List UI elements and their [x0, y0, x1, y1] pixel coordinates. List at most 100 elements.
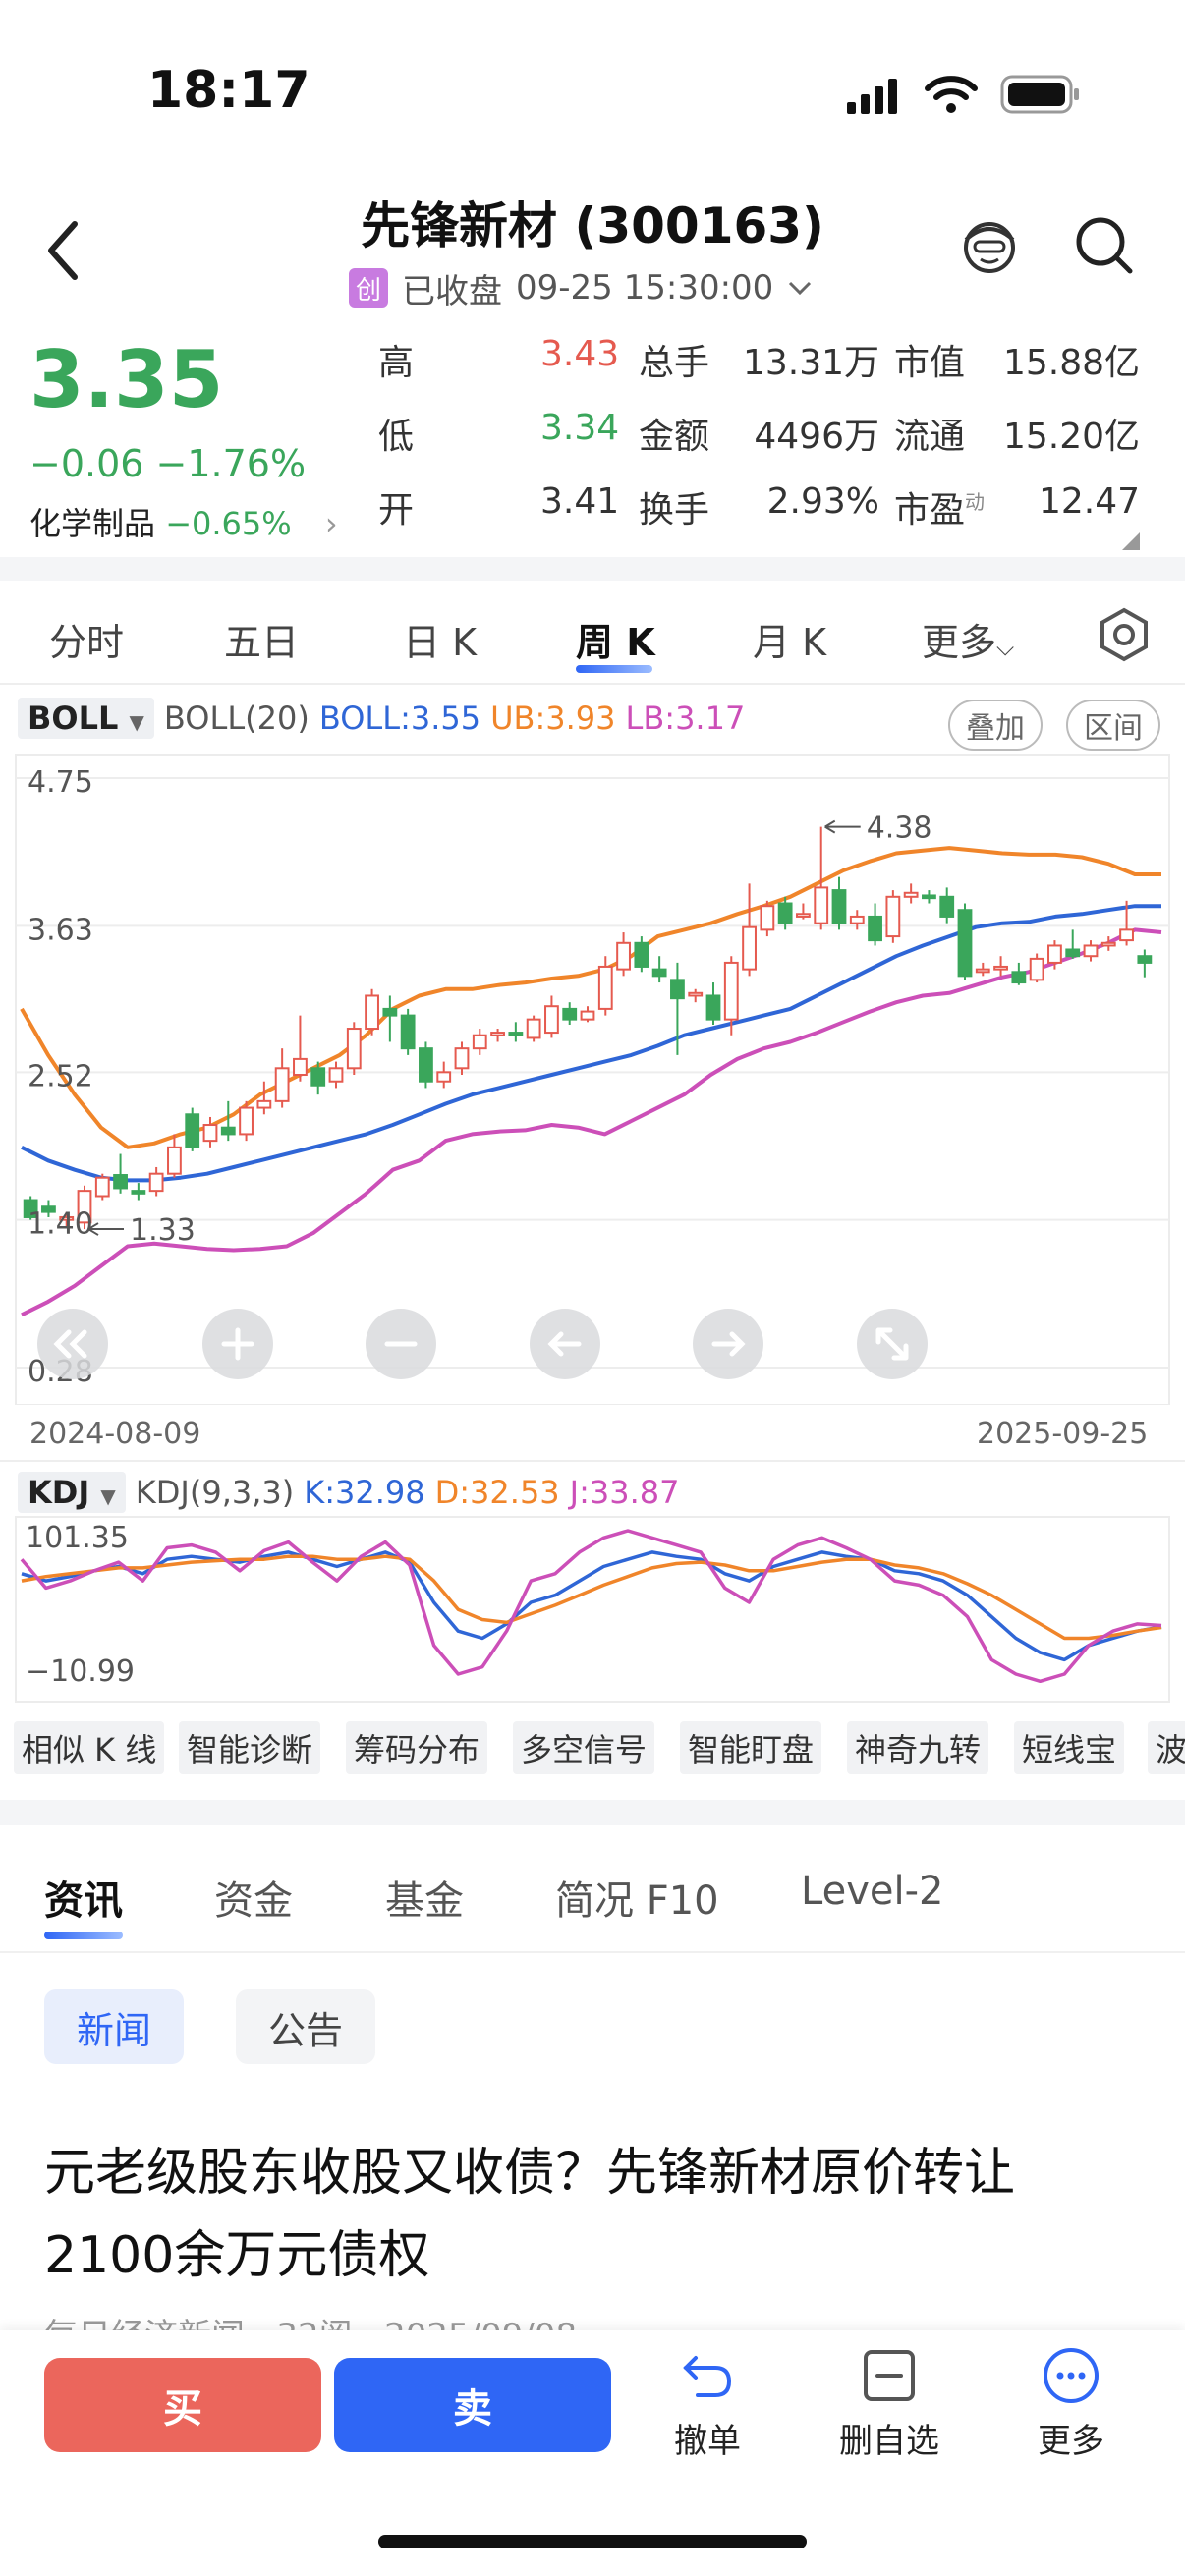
stat-label-high: 高	[378, 343, 415, 383]
chip-news[interactable]: 新闻	[44, 1989, 184, 2064]
stat-label-low: 低	[378, 417, 415, 457]
kdj-selector-label: KDJ	[28, 1474, 90, 1511]
candle-body	[544, 1005, 559, 1035]
tool-chip-distribution[interactable]: 筹码分布	[346, 1721, 488, 1774]
more-icon	[1044, 2348, 1099, 2403]
candle-body	[185, 1113, 200, 1148]
search-icon[interactable]	[1071, 212, 1140, 281]
cancel-order-button[interactable]: 撤单	[634, 2346, 781, 2462]
arrow-right-icon[interactable]	[691, 1307, 765, 1381]
tab-more[interactable]: 更多⌵	[922, 612, 1014, 666]
range-button[interactable]: 区间	[1066, 700, 1160, 751]
chevron-down-icon: ⌵	[996, 634, 1015, 661]
sector-link[interactable]: 化学制品 −0.65% ›	[29, 499, 338, 544]
kdj-d-value: D:32.53	[434, 1474, 560, 1511]
zoom-in-icon[interactable]	[200, 1307, 275, 1381]
market-status-row[interactable]: 创 已收盘 09-25 15:30:00	[349, 263, 813, 312]
tool-long-short-signal[interactable]: 多空信号	[513, 1721, 655, 1774]
tool-wave[interactable]: 波	[1148, 1721, 1185, 1774]
article-headline[interactable]: 元老级股东收股又收债？先锋新材原价转让2100余万元债权	[44, 2132, 1145, 2297]
active-tab-indicator	[576, 665, 652, 673]
y-tick-label: 4.75	[28, 765, 93, 800]
candle-body	[796, 913, 811, 918]
tab-level2[interactable]: Level-2	[801, 1869, 943, 1914]
stat-label-pe: 市盈动	[894, 481, 985, 532]
candle-body	[1100, 941, 1116, 947]
boll-lb-value: LB:3.17	[625, 700, 746, 737]
chevron-right-icon: ›	[324, 505, 338, 542]
active-tab-indicator	[44, 1932, 123, 1939]
tab-profile-f10[interactable]: 简况 F10	[555, 1869, 719, 1926]
sell-button[interactable]: 卖	[334, 2358, 611, 2452]
tool-similar-k[interactable]: 相似 K 线	[14, 1721, 165, 1774]
tool-smart-watch[interactable]: 智能盯盘	[680, 1721, 822, 1774]
tool-magic-nine[interactable]: 神奇九转	[847, 1721, 989, 1774]
candle-body	[939, 895, 955, 918]
candle-body	[742, 925, 757, 971]
stat-value-turnover: 2.93%	[766, 481, 879, 522]
buy-button[interactable]: 买	[44, 2358, 321, 2452]
boll-ub-value: UB:3.93	[490, 700, 616, 737]
kdj-chart[interactable]	[0, 1515, 1185, 1704]
series-line-ub	[20, 846, 1161, 1149]
candle-body	[1083, 944, 1099, 958]
y-tick-label: 3.63	[28, 913, 93, 947]
price-change: −0.06 −1.76%	[29, 442, 307, 485]
overlay-button[interactable]: 叠加	[948, 700, 1043, 751]
stat-value-pe: 12.47	[1038, 481, 1140, 522]
candle-body	[922, 894, 936, 900]
tab-intraday[interactable]: 分时	[49, 612, 124, 666]
tab-news-info[interactable]: 资讯	[44, 1869, 123, 1926]
tool-smart-diagnosis[interactable]: 智能诊断	[179, 1721, 321, 1774]
divider	[0, 1800, 1185, 1825]
tool-strip: 相似 K 线 智能诊断 筹码分布 多空信号 智能盯盘 神奇九转 短线宝 波	[0, 1721, 1185, 1780]
tab-funds-flow[interactable]: 资金	[214, 1869, 293, 1926]
last-price: 3.35	[29, 334, 224, 425]
settings-icon[interactable]	[1096, 606, 1153, 663]
candle-body	[975, 968, 990, 974]
remove-watchlist-button[interactable]: 删自选	[816, 2346, 963, 2462]
candle-body	[1119, 928, 1134, 942]
more-label: 更多	[1038, 2422, 1104, 2461]
candle-body	[670, 979, 685, 1000]
arrow-left-icon[interactable]	[528, 1307, 602, 1381]
caret-down-icon: ▼	[100, 1484, 116, 1508]
kdj-selector[interactable]: KDJ ▼	[18, 1472, 126, 1513]
chip-announcements[interactable]: 公告	[236, 1989, 375, 2064]
annotation-label: 4.38	[867, 812, 932, 846]
expand-corner-icon[interactable]	[1120, 531, 1142, 552]
stat-label-volume: 总手	[639, 343, 710, 383]
candle-body	[419, 1047, 433, 1083]
boll-params: BOLL(20)	[163, 700, 310, 737]
tab-weekly-k[interactable]: 周 K	[576, 612, 655, 666]
candle-body	[274, 1067, 290, 1102]
scroll-to-start-icon[interactable]	[35, 1307, 110, 1381]
tool-short-term[interactable]: 短线宝	[1014, 1721, 1125, 1774]
candle-body	[202, 1124, 218, 1143]
candle-body	[616, 941, 631, 971]
chevron-down-icon	[789, 281, 812, 296]
boll-selector[interactable]: BOLL ▼	[18, 698, 154, 739]
tab-monthly-k[interactable]: 月 K	[753, 612, 826, 666]
candle-body	[490, 1032, 505, 1036]
candle-body	[814, 886, 829, 924]
assistant-avatar-icon[interactable]	[955, 210, 1024, 279]
tab-funds[interactable]: 基金	[385, 1869, 464, 1926]
market-status: 已收盘	[402, 271, 502, 311]
divider	[0, 557, 1185, 581]
home-indicator	[378, 2535, 807, 2548]
quote-datetime: 09-25 15:30:00	[516, 268, 774, 308]
candle-body	[346, 1028, 362, 1070]
more-button[interactable]: 更多	[997, 2346, 1145, 2462]
stat-value-float: 15.20亿	[1002, 417, 1140, 457]
fullscreen-icon[interactable]	[855, 1307, 930, 1381]
candle-body	[651, 968, 667, 978]
tab-five-day[interactable]: 五日	[224, 612, 299, 666]
zoom-out-icon[interactable]	[364, 1307, 438, 1381]
chinext-badge: 创	[349, 268, 388, 308]
candle-body	[1011, 971, 1027, 984]
stat-label-mktcap: 市值	[894, 343, 966, 383]
candle-body	[94, 1176, 110, 1198]
sector-name: 化学制品	[29, 505, 156, 542]
tab-daily-k[interactable]: 日 K	[403, 612, 477, 666]
